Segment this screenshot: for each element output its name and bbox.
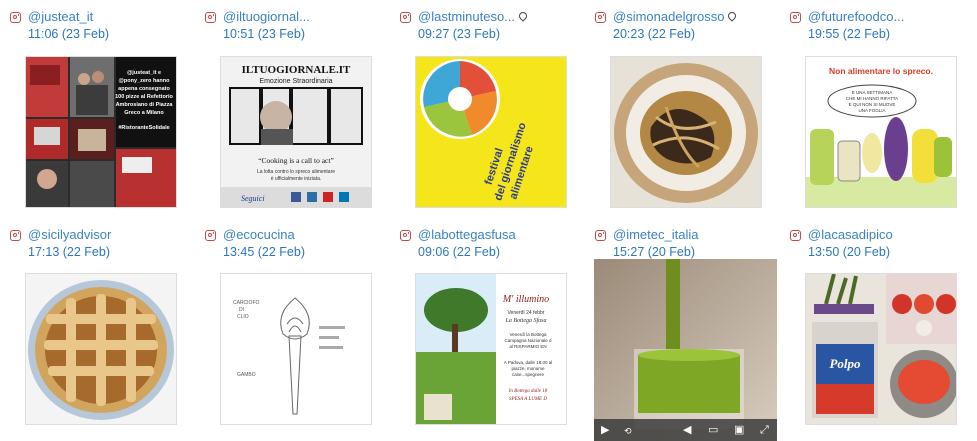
post-username[interactable]: @justeat_it <box>28 9 93 25</box>
post-image[interactable]: M' illumino Venerdì 24 febbr La Bottega … <box>415 273 567 425</box>
instagram-icon <box>205 12 216 23</box>
overlay-text: A Padova, dalle 18.00 al <box>504 360 553 365</box>
post-image[interactable]: ILTUOGIORNALE.IT Emozione Straordinaria … <box>220 56 372 208</box>
overlay-text: 100 pizze al Refettorio <box>115 94 173 100</box>
overlay-text: Greco a Milano <box>124 110 164 116</box>
post-time: 09:06 (22 Feb) <box>418 245 500 259</box>
location-pin-icon <box>726 10 739 22</box>
post-username[interactable]: @sicilyadvisor <box>28 227 111 243</box>
pip-icon[interactable]: ▣ <box>734 423 744 437</box>
overlay-text: CARCIOFO <box>233 300 260 306</box>
overlay-text: al RISPARMIO EN <box>509 344 546 349</box>
overlay-text: #RistoranteSolidale <box>118 125 169 131</box>
overlay-text: CHE MI HANNO RIFATTA <box>846 96 898 101</box>
post-image[interactable]: Polpo <box>805 273 957 425</box>
airplay-icon[interactable]: ▭ <box>708 423 718 437</box>
instagram-icon <box>595 230 606 241</box>
post-image[interactable]: @justeat_it e @pony_zero hanno appena co… <box>25 56 177 208</box>
video-controls: ▶ ⟲ ◀ ▭ ▣ ⤢ <box>594 419 777 441</box>
overlay-text: Non alimentare lo spreco. <box>829 66 933 76</box>
overlay-text: ILTUOGIORNALE.IT <box>242 64 351 76</box>
post-time: 13:45 (22 Feb) <box>223 245 305 259</box>
post-image[interactable]: festival del giornalismo alimentare <box>415 56 567 208</box>
location-pin-icon <box>517 10 529 22</box>
instagram-icon <box>10 230 21 241</box>
replay-icon[interactable]: ⟲ <box>624 424 632 438</box>
post-username[interactable]: @lastminuteso... <box>418 9 529 25</box>
post-time: 09:27 (23 Feb) <box>418 27 500 41</box>
fullscreen-icon[interactable]: ⤢ <box>760 423 769 437</box>
post-time: 10:51 (23 Feb) <box>223 27 305 41</box>
overlay-text: piazze, monume <box>511 366 545 371</box>
post-time: 19:55 (22 Feb) <box>808 27 890 41</box>
instagram-icon <box>400 230 411 241</box>
overlay-text: Venerdì 24 febbr <box>508 310 545 316</box>
overlay-text: @justeat_it e <box>127 70 161 76</box>
post-time: 11:06 (23 Feb) <box>28 27 110 41</box>
overlay-text: “Cooking is a call to act” <box>258 156 334 165</box>
overlay-text: appena consegnato <box>118 86 170 92</box>
overlay-text: E QUI NON SI MUOVE <box>849 102 896 107</box>
overlay-text: Polpo <box>829 356 861 371</box>
post-username[interactable]: @imetec_italia <box>613 227 698 243</box>
overlay-text: UNA FOGLIA <box>858 108 885 113</box>
overlay-text: È UNA SETTIMANA <box>852 89 893 95</box>
overlay-text: @pony_zero hanno <box>119 78 171 84</box>
instagram-icon <box>400 12 411 23</box>
post-username[interactable]: @iltuogiornal... <box>223 9 310 25</box>
post-time: 20:23 (22 Feb) <box>613 27 695 41</box>
instagram-icon <box>790 230 801 241</box>
overlay-text: Ambrosiano di Piazza <box>116 102 174 108</box>
post-username[interactable]: @simonadelgrosso <box>613 9 739 25</box>
post-username[interactable]: @futurefoodco... <box>808 9 904 25</box>
post-time: 17:13 (22 Feb) <box>28 245 110 259</box>
overlay-text: case...spegnere <box>512 372 545 377</box>
overlay-text: Campagna Nazionale d <box>504 338 552 343</box>
overlay-text: SPESA A LUME D <box>509 397 547 402</box>
overlay-text: In Bottega dalle 18 <box>508 389 548 394</box>
post-image[interactable]: CARCIOFO DI CLIO GAMBO <box>220 273 372 425</box>
overlay-text: DI <box>239 307 244 313</box>
overlay-text: è ufficialmente iniziata. <box>271 176 322 182</box>
post-username[interactable]: @ecocucina <box>223 227 295 243</box>
overlay-text: Emozione Straordinaria <box>259 78 332 85</box>
post-time: 13:50 (20 Feb) <box>808 245 890 259</box>
overlay-text: Seguici <box>241 194 265 203</box>
post-time: 15:27 (20 Feb) <box>613 245 695 259</box>
instagram-icon <box>10 12 21 23</box>
post-username[interactable]: @labottegasfusa <box>418 227 516 243</box>
overlay-text: GAMBO <box>237 372 256 378</box>
post-video[interactable]: ▶ ⟲ ◀ ▭ ▣ ⤢ <box>594 259 777 441</box>
instagram-icon <box>790 12 801 23</box>
overlay-text: M' illumino <box>502 294 549 305</box>
overlay-text: La Bottega Sfusa <box>504 317 546 324</box>
post-image[interactable] <box>25 273 177 425</box>
volume-icon[interactable]: ◀ <box>683 423 691 437</box>
play-icon[interactable]: ▶ <box>601 423 609 437</box>
instagram-icon <box>205 230 216 241</box>
post-image[interactable]: Non alimentare lo spreco. È UNA SETTIMAN… <box>805 56 957 208</box>
post-image[interactable] <box>610 56 762 208</box>
post-username[interactable]: @lacasadipico <box>808 227 893 243</box>
overlay-text: La lotta contro lo spreco alimentare <box>257 169 335 175</box>
instagram-icon <box>595 12 606 23</box>
overlay-text: Venerdì la Bottega <box>509 332 547 337</box>
overlay-text: CLIO <box>237 314 249 320</box>
